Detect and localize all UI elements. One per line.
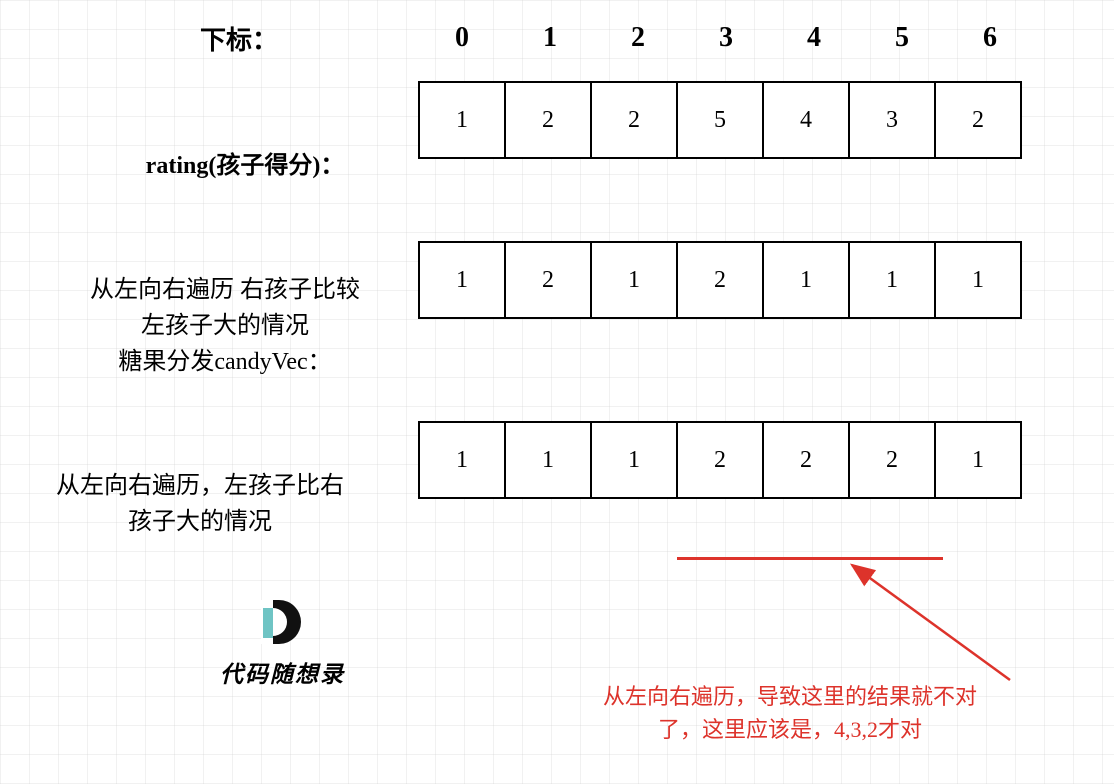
rating-array: 1 2 2 5 4 3 2 <box>418 81 1022 159</box>
brand-logo: 代码随想录 <box>220 600 345 689</box>
annotation-text: 从左向右遍历，导致这里的结果就不对 了，这里应该是，4,3,2才对 <box>555 680 1025 746</box>
index-val: 5 <box>858 22 946 54</box>
index-val: 2 <box>594 22 682 54</box>
row-label-pass2: 从左向右遍历，左孩子比右 孩子大的情况 <box>10 468 390 540</box>
array-cell: 2 <box>848 421 936 499</box>
array-cell: 1 <box>848 241 936 319</box>
index-val: 3 <box>682 22 770 54</box>
row-label-pass1: 从左向右遍历 右孩子比较 左孩子大的情况 糖果分发candyVec： <box>55 272 395 380</box>
logo-d-icon <box>261 600 305 644</box>
array-cell: 2 <box>676 241 764 319</box>
row-label-rating: rating(孩子得分)： <box>95 148 395 184</box>
index-label: 下标： <box>200 20 278 57</box>
index-val: 6 <box>946 22 1034 54</box>
array-cell: 2 <box>504 241 592 319</box>
index-values: 0 1 2 3 4 5 6 <box>418 22 1034 54</box>
pass1-array: 1 2 1 2 1 1 1 <box>418 241 1022 319</box>
array-cell: 1 <box>418 81 506 159</box>
index-val: 4 <box>770 22 858 54</box>
array-cell: 1 <box>504 421 592 499</box>
index-val: 0 <box>418 22 506 54</box>
array-cell: 1 <box>934 421 1022 499</box>
array-cell: 2 <box>590 81 678 159</box>
index-val: 1 <box>506 22 594 54</box>
array-cell: 5 <box>676 81 764 159</box>
array-cell: 1 <box>934 241 1022 319</box>
array-cell: 2 <box>762 421 850 499</box>
brand-text: 代码随想录 <box>220 655 345 689</box>
array-cell: 1 <box>590 241 678 319</box>
array-cell: 2 <box>934 81 1022 159</box>
array-cell: 2 <box>504 81 592 159</box>
pass2-array: 1 1 1 2 2 2 1 <box>418 421 1022 499</box>
array-cell: 2 <box>676 421 764 499</box>
array-cell: 1 <box>590 421 678 499</box>
array-cell: 3 <box>848 81 936 159</box>
array-cell: 1 <box>762 241 850 319</box>
array-cell: 4 <box>762 81 850 159</box>
array-cell: 1 <box>418 241 506 319</box>
array-cell: 1 <box>418 421 506 499</box>
highlight-underline <box>677 557 943 560</box>
